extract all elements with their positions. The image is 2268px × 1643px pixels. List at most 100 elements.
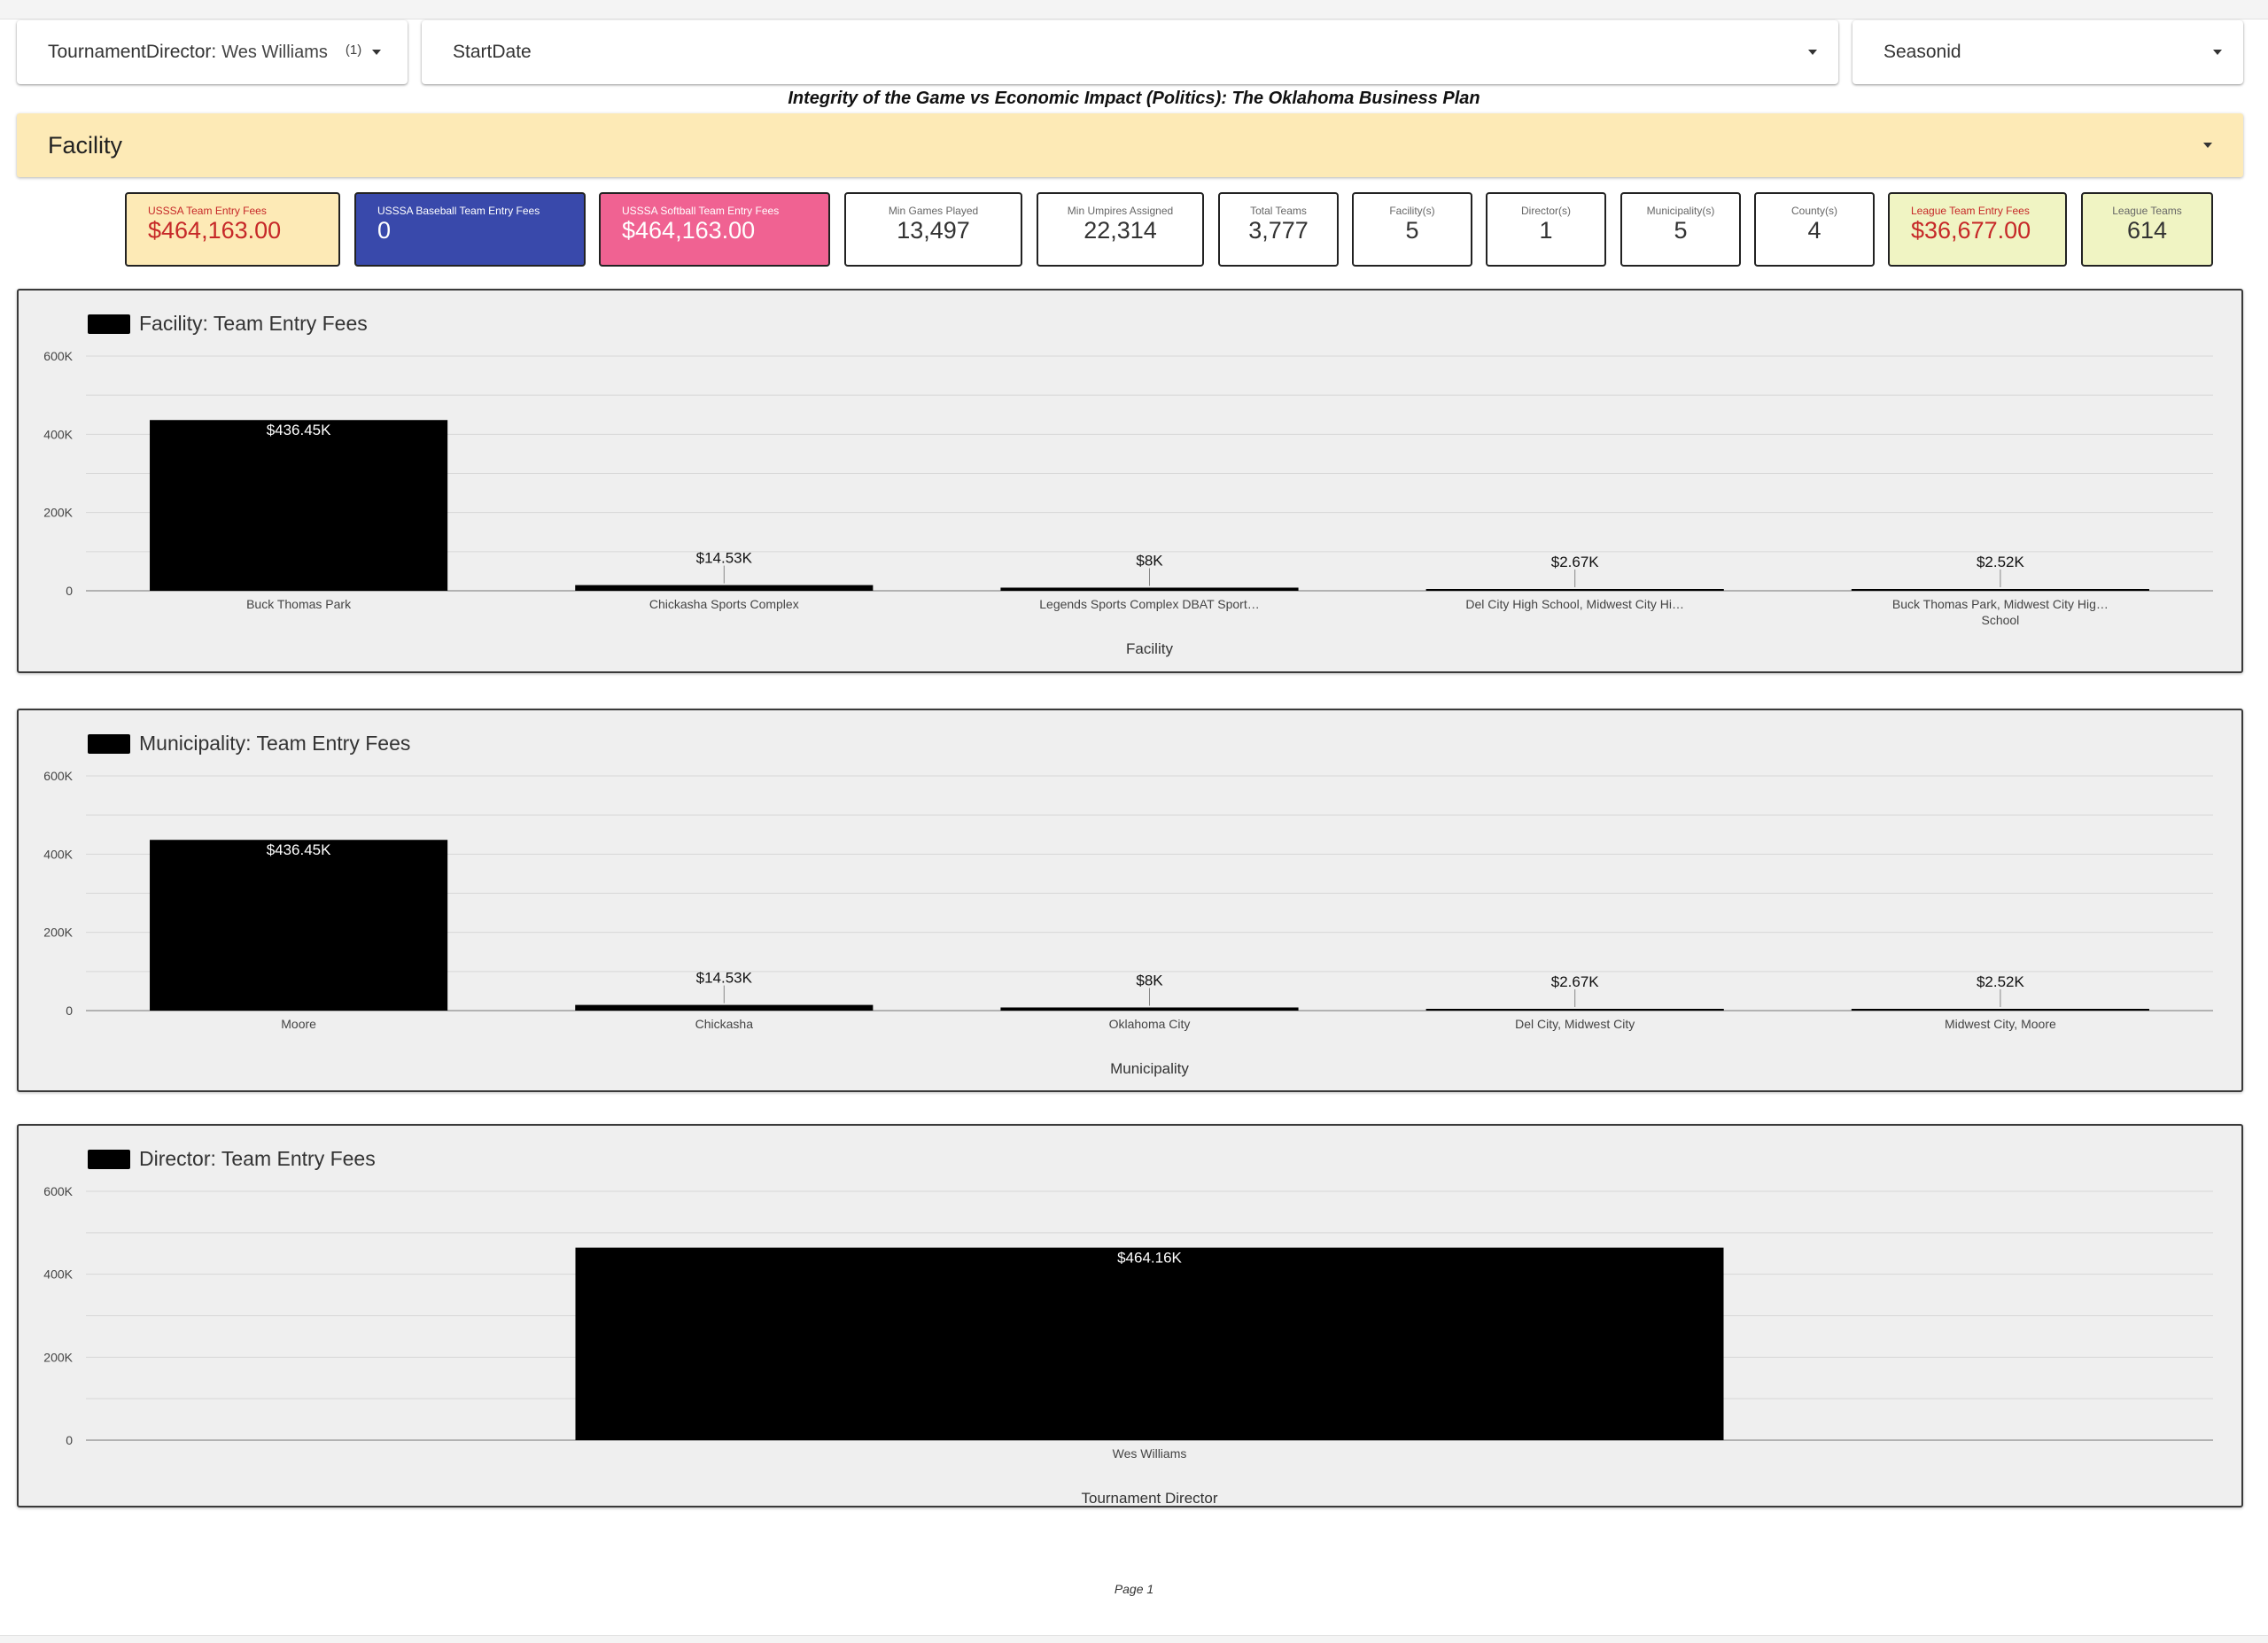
kpi-value: 4 — [1807, 217, 1821, 244]
bar — [1425, 1009, 1724, 1011]
season-filter[interactable]: Seasonid — [1852, 20, 2243, 84]
chevron-down-icon[interactable] — [2203, 143, 2212, 148]
kpi-value: 22,314 — [1084, 217, 1157, 244]
facility-section-header[interactable]: Facility — [17, 113, 2243, 177]
kpi-card-counties: County(s) 4 — [1754, 192, 1875, 267]
bar — [575, 1004, 874, 1011]
legend-swatch — [88, 734, 130, 754]
season-filter-label: Seasonid — [1884, 42, 1961, 62]
data-label: $8K — [1136, 972, 1163, 988]
kpi-title: Facility(s) — [1389, 205, 1435, 217]
kpi-title: County(s) — [1790, 205, 1837, 217]
kpi-title: Min Games Played — [888, 205, 979, 217]
bar — [1425, 589, 1724, 591]
y-tick-label: 600K — [43, 769, 73, 783]
bar — [1000, 1007, 1299, 1011]
chevron-down-icon[interactable] — [2213, 50, 2222, 55]
section-header-label: Facility — [48, 131, 123, 159]
director-filter[interactable]: TournamentDirector: Wes Williams (1) — [17, 20, 408, 84]
data-label: $436.45K — [267, 841, 331, 858]
x-tick-label: Chickasha — [695, 1017, 754, 1031]
chart-title: Director: Team Entry Fees — [139, 1147, 376, 1170]
data-label: $2.67K — [1551, 554, 1600, 570]
data-label: $2.52K — [1977, 973, 2025, 990]
x-tick-label: Del City, Midwest City — [1515, 1017, 1635, 1031]
data-label: $464.16K — [1117, 1250, 1182, 1267]
kpi-value: $36,677.00 — [1911, 217, 2031, 244]
kpi-title: League Team Entry Fees — [1911, 205, 2030, 217]
y-tick-label: 200K — [43, 506, 73, 520]
x-tick-label: School — [1981, 613, 2019, 627]
x-tick-label: Wes Williams — [1113, 1446, 1187, 1461]
y-tick-label: 600K — [43, 1184, 73, 1198]
data-label: $8K — [1136, 552, 1163, 569]
kpi-card-min-umpires: Min Umpires Assigned 22,314 — [1037, 192, 1204, 267]
data-label: $14.53K — [696, 550, 753, 567]
director-filter-label: TournamentDirector: — [48, 42, 217, 62]
kpi-card-min-games: Min Games Played 13,497 — [844, 192, 1022, 267]
director-bar-chart: Director: Team Entry Fees 0 200K 400K 600K $4… — [43, 1147, 2213, 1506]
y-tick-label: 200K — [43, 1350, 73, 1364]
kpi-card-total-teams: Total Teams 3,777 — [1218, 192, 1339, 267]
y-tick-label: 0 — [66, 1433, 73, 1447]
bar — [1851, 589, 2149, 591]
x-tick-label: Chickasha Sports Complex — [649, 597, 799, 611]
startdate-filter-label: StartDate — [453, 42, 532, 62]
kpi-title: League Teams — [2112, 205, 2182, 217]
municipality-chart-panel: Municipality: Team Entry Fees 0 200K 400K 60… — [17, 709, 2243, 1092]
bar — [150, 420, 448, 591]
kpi-value: 3,777 — [1248, 217, 1309, 244]
kpi-title: Total Teams — [1250, 205, 1307, 217]
kpi-card-directors: Director(s) 1 — [1486, 192, 1606, 267]
chart-title: Municipality: Team Entry Fees — [139, 732, 410, 755]
director-chart-panel: Director: Team Entry Fees 0 200K 400K 600K $4… — [17, 1124, 2243, 1507]
kpi-value: 614 — [2126, 217, 2168, 244]
kpi-title: Director(s) — [1521, 205, 1571, 217]
y-tick-label: 0 — [66, 584, 73, 598]
x-axis-title: Municipality — [1110, 1060, 1189, 1077]
kpi-value: 0 — [377, 217, 392, 244]
y-tick-label: 600K — [43, 349, 73, 363]
chevron-down-icon[interactable] — [372, 50, 382, 55]
x-tick-label: Buck Thomas Park, Midwest City Hig… — [1892, 597, 2109, 611]
municipality-bar-chart: Municipality: Team Entry Fees 0 200K 400K 60… — [43, 732, 2213, 1077]
report-title: Integrity of the Game vs Economic Impact… — [788, 89, 1480, 108]
kpi-title: USSSA Softball Team Entry Fees — [622, 205, 780, 217]
facility-chart-panel: Facility: Team Entry Fees 0 200K 400K 600K $4… — [17, 289, 2243, 673]
x-axis-title: Facility — [1126, 640, 1173, 657]
x-tick-label: Moore — [281, 1017, 316, 1031]
y-tick-label: 400K — [43, 847, 73, 861]
data-label: $14.53K — [696, 970, 753, 987]
kpi-title: Min Umpires Assigned — [1067, 205, 1174, 217]
y-tick-label: 400K — [43, 1267, 73, 1282]
data-label: $2.52K — [1977, 554, 2025, 570]
kpi-card-baseball-fees: USSSA Baseball Team Entry Fees 0 — [354, 192, 586, 267]
director-filter-count: (1) — [345, 42, 362, 58]
x-tick-label: Oklahoma City — [1109, 1017, 1191, 1031]
bar — [1851, 1009, 2149, 1011]
chart-title: Facility: Team Entry Fees — [139, 312, 368, 335]
bar — [575, 585, 874, 591]
bar — [575, 1247, 1724, 1440]
kpi-card-facilities: Facility(s) 5 — [1352, 192, 1472, 267]
kpi-card-municipalities: Municipality(s) 5 — [1620, 192, 1741, 267]
x-tick-label: Midwest City, Moore — [1945, 1017, 2056, 1031]
data-label: $2.67K — [1551, 973, 1600, 990]
kpi-value: 5 — [1674, 217, 1688, 244]
x-tick-label: Buck Thomas Park — [246, 597, 352, 611]
kpi-title: USSSA Team Entry Fees — [148, 205, 267, 217]
bar — [1000, 587, 1299, 591]
kpi-value: $464,163.00 — [148, 217, 282, 244]
startdate-filter[interactable]: StartDate — [422, 20, 1838, 84]
data-label: $436.45K — [267, 422, 331, 438]
kpi-card-ussssa-team-fees: USSSA Team Entry Fees $464,163.00 — [125, 192, 340, 267]
y-tick-label: 400K — [43, 427, 73, 441]
kpi-card-league-teams: League Teams 614 — [2081, 192, 2213, 267]
kpi-value: 5 — [1405, 217, 1419, 244]
x-tick-label: Legends Sports Complex DBAT Sport… — [1039, 597, 1260, 611]
chevron-down-icon[interactable] — [1808, 50, 1817, 55]
x-tick-label: Del City High School, Midwest City Hi… — [1465, 597, 1684, 611]
page-number: Page 1 — [1114, 1582, 1154, 1596]
top-bar — [0, 0, 2268, 19]
kpi-value: 1 — [1539, 217, 1553, 244]
